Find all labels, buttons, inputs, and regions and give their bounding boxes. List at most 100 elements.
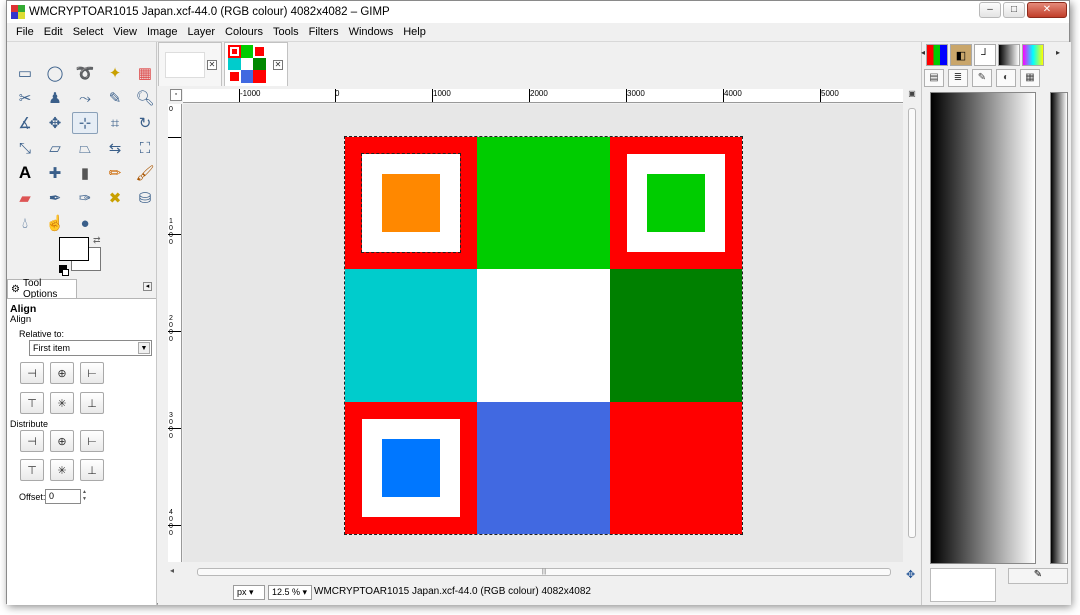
quickmask-toggle-icon[interactable]: ▫ [170, 89, 182, 101]
menu-tools[interactable]: Tools [268, 26, 304, 38]
image-tab-2[interactable]: ✕ [224, 42, 288, 86]
vertical-scrollbar-thumb[interactable] [908, 108, 916, 538]
vertical-scrollbar[interactable] [906, 104, 918, 562]
shear-icon[interactable]: ▱ [42, 137, 68, 159]
tab-brushes[interactable]: ┘ [974, 44, 996, 66]
foreground-select-icon[interactable]: ♟ [42, 87, 68, 109]
smudge-finger-icon[interactable]: ● [72, 212, 98, 234]
eraser-icon[interactable]: ▰ [12, 187, 38, 209]
image-tab-1[interactable]: ✕ [158, 42, 222, 86]
ellipse-select-icon[interactable]: ◯ [42, 62, 68, 84]
pencil-icon[interactable]: ✏ [102, 162, 128, 184]
tab-gradients[interactable] [998, 44, 1020, 66]
tab-patterns[interactable]: ◧ [950, 44, 972, 66]
select-by-color-icon[interactable]: ▦ [132, 62, 158, 84]
crop-icon[interactable]: ⌗ [102, 112, 128, 134]
navigate-icon[interactable]: ✥ [906, 568, 915, 581]
menu-edit[interactable]: Edit [39, 26, 68, 38]
color-wheel-icon[interactable]: ◐ [996, 69, 1016, 87]
fg-bg-color-selector[interactable]: ⇄ [59, 235, 103, 276]
distribute-top-button[interactable]: ⊤ [20, 459, 44, 481]
stack-icon[interactable]: ≣ [948, 69, 968, 87]
layers-icon[interactable]: ▤ [924, 69, 944, 87]
horizontal-scrollbar-thumb[interactable]: ||| [197, 568, 891, 576]
align-bottom-button[interactable]: ⊥ [80, 392, 104, 414]
scale-icon[interactable]: ⤡ [12, 137, 38, 159]
distribute-right-button[interactable]: ⊢ [80, 430, 104, 452]
heal-icon[interactable]: ✚ [42, 162, 68, 184]
gradient-preview[interactable] [930, 92, 1036, 564]
menu-windows[interactable]: Windows [344, 26, 399, 38]
airbrush-icon[interactable]: ✒ [42, 187, 68, 209]
cage-icon[interactable]: ⛶ [132, 137, 158, 159]
unit-select[interactable]: px ▾ [233, 585, 265, 600]
ink-icon[interactable]: ✑ [72, 187, 98, 209]
fuzzy-select-icon[interactable]: ✦ [102, 62, 128, 84]
perspective-icon[interactable]: ⏢ [72, 137, 98, 159]
menu-view[interactable]: View [108, 26, 142, 38]
distribute-center-h-button[interactable]: ⊕ [50, 430, 74, 452]
tab-colormap[interactable] [1022, 44, 1044, 66]
smudge-icon[interactable]: ⛁ [132, 187, 158, 209]
move-icon[interactable]: ✥ [42, 112, 68, 134]
dodge-icon[interactable]: 💧︎ [12, 212, 38, 234]
burn-icon[interactable]: ☝ [42, 212, 68, 234]
menu-file[interactable]: File [11, 26, 39, 38]
zoom-select[interactable]: 12.5 % ▾ [268, 585, 312, 600]
swap-colors-icon[interactable]: ⇄ [93, 235, 101, 246]
minimize-button[interactable]: – [979, 2, 1001, 18]
zoom-icon[interactable]: 🔍︎ [132, 87, 158, 109]
canvas-area[interactable] [183, 104, 903, 562]
menu-filters[interactable]: Filters [304, 26, 344, 38]
paintbrush-icon[interactable]: 🖌︎ [132, 162, 158, 184]
distribute-bottom-button[interactable]: ⊥ [80, 459, 104, 481]
text-icon[interactable]: A [12, 162, 38, 184]
chevron-left-icon[interactable]: ◂ [921, 48, 925, 57]
menu-image[interactable]: Image [142, 26, 183, 38]
align-icon[interactable]: ⊹ [72, 112, 98, 134]
foreground-color-swatch[interactable] [59, 237, 89, 261]
close-icon[interactable]: ✕ [273, 60, 283, 70]
rotate-icon[interactable]: ↻ [132, 112, 158, 134]
menu-help[interactable]: Help [398, 26, 431, 38]
paths-icon[interactable]: ⤳ [72, 87, 98, 109]
flip-icon[interactable]: ⇆ [102, 137, 128, 159]
menu-select[interactable]: Select [68, 26, 109, 38]
offset-input[interactable]: 0 [45, 489, 81, 504]
align-left-button[interactable]: ⊣ [20, 362, 44, 384]
blend-icon[interactable]: ▮ [72, 162, 98, 184]
free-select-icon[interactable]: ➰ [72, 62, 98, 84]
tab-palettes[interactable] [926, 44, 948, 66]
maximize-button[interactable]: □ [1003, 2, 1025, 18]
measure-icon[interactable]: ∡ [12, 112, 38, 134]
scissors-icon[interactable]: ✂ [12, 87, 38, 109]
clone-icon[interactable]: ✖ [102, 187, 128, 209]
gradient-preview-secondary[interactable] [1050, 92, 1068, 564]
distribute-middle-v-button[interactable]: ✳ [50, 459, 74, 481]
menu-layer[interactable]: Layer [183, 26, 221, 38]
scroll-left-icon[interactable]: ◂ [170, 566, 182, 578]
relative-to-select[interactable]: First item ▼ [29, 340, 152, 356]
edit-icon[interactable]: ✎ [1008, 568, 1068, 584]
align-middle-v-button[interactable]: ✳ [50, 392, 74, 414]
menu-colours[interactable]: Colours [220, 26, 268, 38]
distribute-left-button[interactable]: ⊣ [20, 430, 44, 452]
palette-icon[interactable]: ▦ [1020, 69, 1040, 87]
panel-menu-arrow-icon[interactable]: ◂ [143, 282, 152, 291]
horizontal-scrollbar[interactable]: ||| [183, 566, 903, 578]
close-button[interactable]: ✕ [1027, 2, 1067, 18]
chevron-right-icon[interactable]: ▸ [1056, 48, 1060, 57]
vertical-ruler[interactable]: 0 1000 2000 3000 4000 [168, 104, 182, 562]
align-center-h-button[interactable]: ⊕ [50, 362, 74, 384]
close-icon[interactable]: ✕ [207, 60, 217, 70]
tab-tool-options[interactable]: ⚙ Tool Options [7, 278, 77, 300]
brush-icon[interactable]: ✎ [972, 69, 992, 87]
zoom-fit-icon[interactable]: ▣ [906, 89, 918, 101]
image-canvas[interactable] [344, 136, 743, 535]
align-top-button[interactable]: ⊤ [20, 392, 44, 414]
rect-select-icon[interactable]: ▭ [12, 62, 38, 84]
color-picker-icon[interactable]: ✎ [102, 87, 128, 109]
align-right-button[interactable]: ⊢ [80, 362, 104, 384]
offset-stepper[interactable]: ▲ ▼ [81, 489, 88, 504]
horizontal-ruler[interactable]: -1000 0 1000 2000 3000 4000 5000 [183, 89, 903, 103]
